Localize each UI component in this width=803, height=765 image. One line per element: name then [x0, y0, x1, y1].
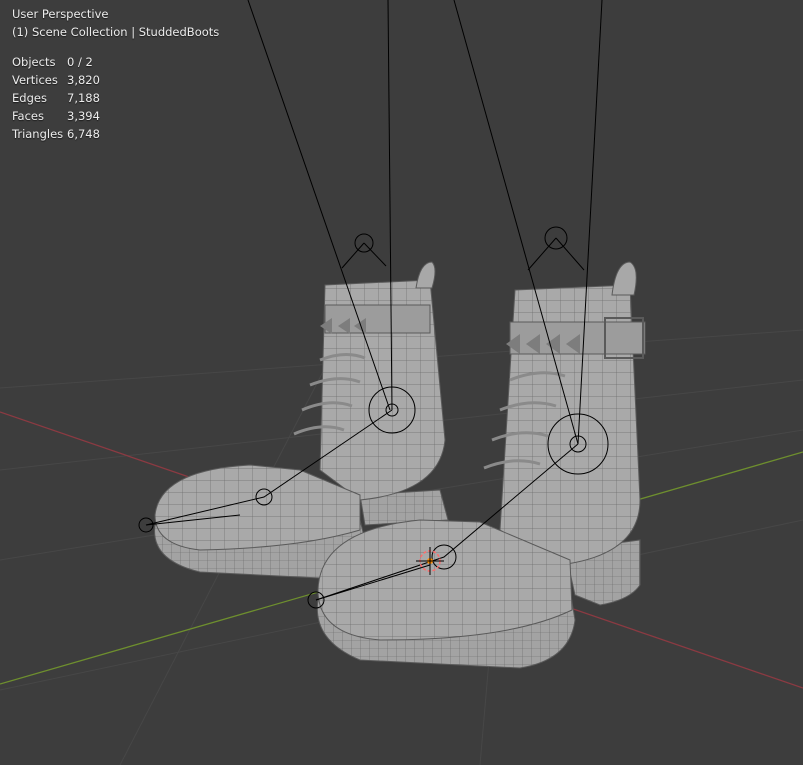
stats-row-vertices: Vertices 3,820: [12, 71, 219, 89]
stats-label: Faces: [12, 109, 44, 123]
stats-label: Triangles: [12, 127, 64, 141]
stats-row-objects: Objects 0 / 2: [12, 53, 219, 71]
scene-statistics: Objects 0 / 2 Vertices 3,820 Edges 7,188…: [12, 53, 219, 143]
stats-row-edges: Edges 7,188: [12, 89, 219, 107]
stats-value: 3,820: [67, 73, 100, 87]
stats-value: 6,748: [67, 127, 100, 141]
viewport-info-overlay: User Perspective (1) Scene Collection | …: [12, 5, 219, 143]
3d-viewport[interactable]: User Perspective (1) Scene Collection | …: [0, 0, 803, 765]
stats-row-triangles: Triangles 6,748: [12, 125, 219, 143]
collection-info: (1) Scene Collection | StuddedBoots: [12, 25, 220, 39]
view-name: User Perspective: [12, 7, 109, 21]
stats-row-faces: Faces 3,394: [12, 107, 219, 125]
stats-value: 0 / 2: [67, 55, 93, 69]
stats-label: Objects: [12, 55, 56, 69]
stats-label: Edges: [12, 91, 47, 105]
stats-label: Vertices: [12, 73, 58, 87]
stats-value: 7,188: [67, 91, 100, 105]
stats-value: 3,394: [67, 109, 100, 123]
